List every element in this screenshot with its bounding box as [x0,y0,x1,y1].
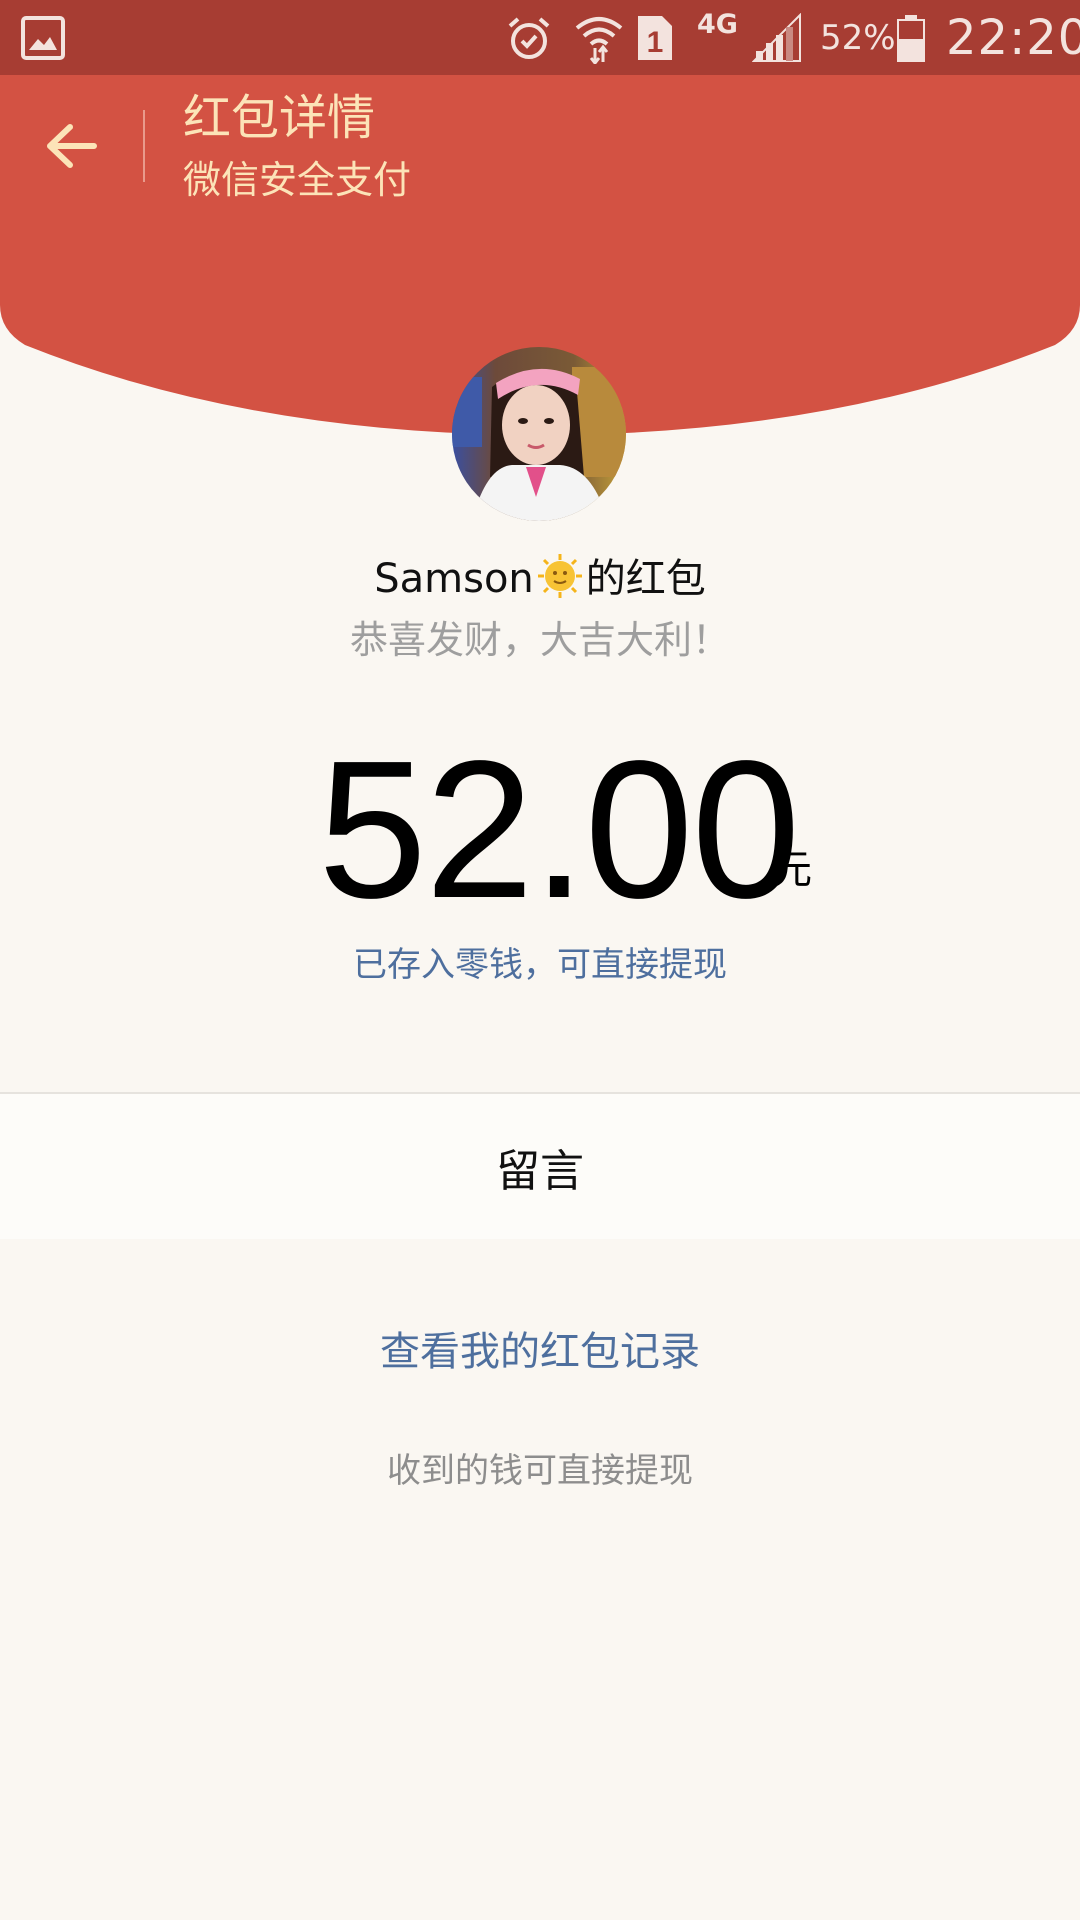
amount-row: 52.00 元 [0,720,1080,939]
sun-face-icon [536,552,584,600]
sender-suffix: 的红包 [585,556,706,602]
signal-icon [752,0,802,75]
gallery-icon [20,0,66,75]
header-divider [143,110,145,182]
message-label: 留言 [496,1145,584,1197]
sim-icon: 1 [636,0,674,75]
status-bar: 1 4G 52% 22:20 [0,0,1080,75]
blessing-text: 恭喜发财，大吉大利！ [349,618,730,662]
footer-note: 收到的钱可直接提现 [387,1451,693,1491]
wifi-icon [574,0,624,75]
clock: 22:20 [946,9,1080,66]
amount-value: 52.00 [318,720,800,939]
back-button[interactable] [36,110,108,182]
svg-text:1: 1 [647,26,664,59]
currency-unit: 元 [772,847,812,893]
page-title: 红包详情 [183,90,376,146]
sender-line: Samson 的红包 [0,549,1080,609]
view-records-link[interactable]: 查看我的红包记录 [0,1324,1080,1380]
message-button[interactable]: 留言 [0,1092,1080,1239]
battery-icon [896,0,926,75]
page-subtitle: 微信安全支付 [183,158,412,202]
network-type-label: 4G [697,8,738,40]
deposit-note-link[interactable]: 已存入零钱，可直接提现 [0,940,1080,990]
sender-name: Samson [374,556,534,602]
alarm-icon [505,0,553,75]
avatar[interactable] [452,347,626,521]
battery-percent: 52% [820,17,896,58]
back-arrow-icon [47,124,97,168]
